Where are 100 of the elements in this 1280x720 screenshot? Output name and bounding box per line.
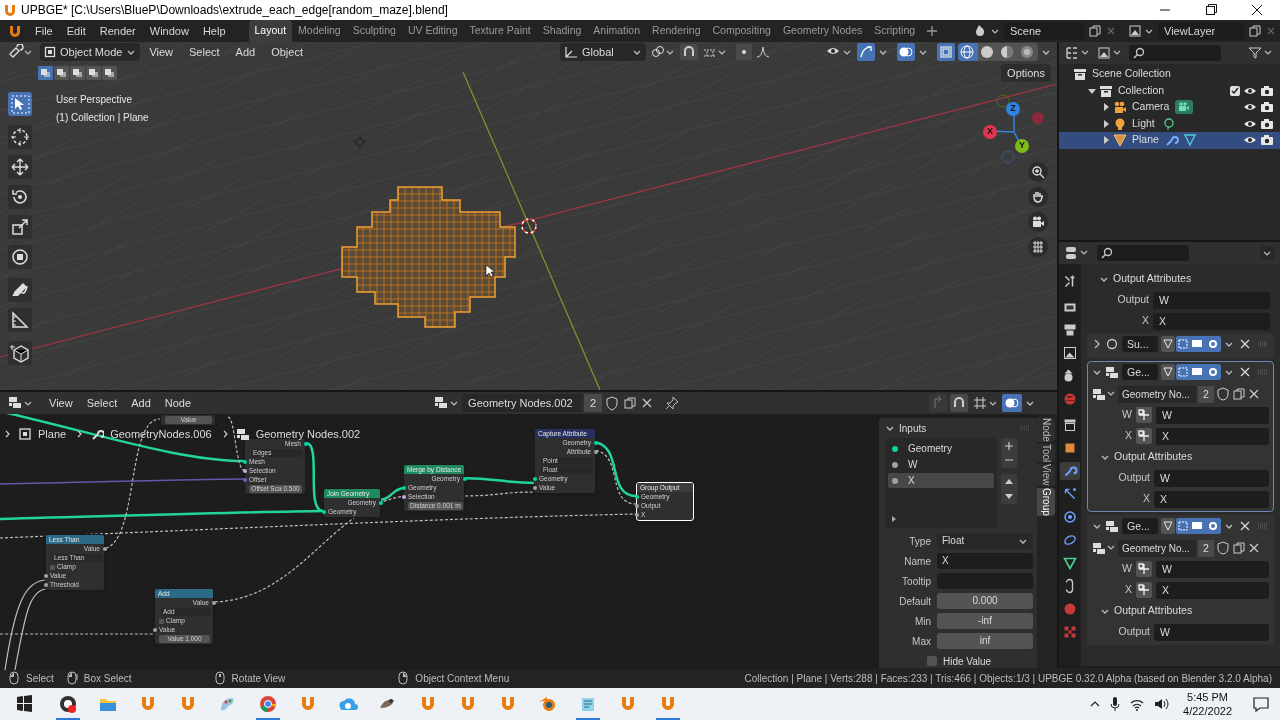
overlays-icon[interactable] xyxy=(1002,394,1022,412)
outliner-row[interactable]: Scene Collection xyxy=(1059,66,1280,83)
modifier-wrench-icon[interactable] xyxy=(1164,133,1199,148)
node-socket[interactable] xyxy=(634,504,639,508)
workspace-tab[interactable]: Animation xyxy=(587,20,647,42)
parent-node-tree-icon[interactable] xyxy=(929,394,947,412)
checkbox[interactable] xyxy=(1230,85,1240,96)
chevron-icon[interactable] xyxy=(1260,246,1274,260)
workspace-tab[interactable]: UV Editing xyxy=(401,20,464,42)
collapsed-arrow-icon[interactable] xyxy=(1101,102,1111,113)
menu-item[interactable]: Select xyxy=(182,43,227,61)
modifier-panel[interactable]: Ge... Geometry No... 2 W W X X Output Attributes Output W X X xyxy=(1087,361,1274,512)
fake-user-shield-icon[interactable] xyxy=(1215,387,1230,401)
workspace-tab[interactable]: Compositing xyxy=(706,20,777,42)
node-group-field[interactable]: Geometry No... xyxy=(1118,385,1196,403)
proportional-icon[interactable] xyxy=(735,44,752,60)
node-socket[interactable] xyxy=(43,583,48,587)
select-tool-icon[interactable] xyxy=(8,92,32,116)
annotate-tool-icon[interactable] xyxy=(8,278,32,302)
sidebar-tab[interactable]: Node xyxy=(1037,418,1055,442)
notifications-icon[interactable] xyxy=(1252,695,1270,713)
node-socket[interactable] xyxy=(593,450,598,454)
pivot-icon[interactable] xyxy=(649,44,676,60)
render-camera-icon[interactable] xyxy=(1260,116,1274,131)
node-socket[interactable] xyxy=(378,501,383,505)
modifier-name-field[interactable]: Ge... xyxy=(1122,364,1158,380)
node-socket[interactable] xyxy=(211,601,216,605)
node-socket[interactable] xyxy=(242,460,247,464)
list-item[interactable]: W xyxy=(888,457,994,472)
add-icon[interactable] xyxy=(925,24,940,38)
attribute-toggle-icon[interactable] xyxy=(1136,582,1152,598)
modifier-tab-icon[interactable] xyxy=(1060,462,1080,480)
scene-field[interactable]: Scene xyxy=(1004,22,1084,40)
mode-dropdown[interactable]: Object Mode xyxy=(40,43,141,61)
node-socket[interactable] xyxy=(532,477,537,481)
user-count[interactable]: 2 xyxy=(584,394,603,412)
node-socket[interactable] xyxy=(242,469,247,473)
drag-handle-icon[interactable] xyxy=(1257,369,1269,375)
node-socket[interactable] xyxy=(532,486,537,490)
view-layer-field[interactable]: ViewLayer xyxy=(1158,22,1244,40)
rotate-tool-icon[interactable] xyxy=(8,185,32,209)
section-title[interactable]: Output Attributes xyxy=(1113,271,1192,287)
node-group-field[interactable]: Geometry Nodes.002 xyxy=(462,394,583,412)
menu-item[interactable]: Node xyxy=(157,394,199,412)
clock-time[interactable]: 5:45 PM xyxy=(1187,690,1228,704)
input-field[interactable]: X xyxy=(937,553,1033,569)
modifier-name-field[interactable]: Ge... xyxy=(1122,518,1158,534)
falloff-icon[interactable] xyxy=(755,44,770,60)
input-field[interactable]: W xyxy=(1154,469,1269,487)
x-ray-icon[interactable] xyxy=(937,43,955,61)
collapsed-arrow-icon[interactable] xyxy=(1101,135,1111,146)
outliner-row[interactable]: Plane xyxy=(1059,132,1280,149)
grid-icon[interactable] xyxy=(1028,237,1048,257)
view-layer-icon[interactable] xyxy=(1128,24,1154,38)
menu-item[interactable]: Window xyxy=(142,20,196,42)
collapsed-chevron-icon[interactable] xyxy=(1092,339,1102,349)
selection-mode-icon[interactable] xyxy=(86,66,101,80)
input-field[interactable]: W xyxy=(1154,623,1269,641)
fake-user-shield-icon[interactable] xyxy=(604,395,621,411)
menu-item[interactable]: Select xyxy=(79,394,125,412)
outliner-row[interactable]: Camera xyxy=(1059,99,1280,116)
gizmo-toggle-icon[interactable] xyxy=(857,43,875,61)
modifier-toggles-icon[interactable] xyxy=(1161,336,1221,352)
expand-icon[interactable] xyxy=(891,516,897,522)
selection-mode-icon[interactable] xyxy=(70,66,85,80)
input-field[interactable]: X xyxy=(1154,490,1269,508)
number-field[interactable]: 0.000 xyxy=(937,593,1033,609)
collapsed-arrow-icon[interactable] xyxy=(1101,118,1111,129)
move-up-down-icon[interactable] xyxy=(1001,474,1017,504)
type-dropdown[interactable]: Float xyxy=(937,533,1033,549)
list-item[interactable]: Geometry xyxy=(888,441,994,456)
menu-item[interactable]: Help xyxy=(195,20,233,42)
input-field[interactable]: W xyxy=(1156,406,1269,424)
render-camera-icon[interactable] xyxy=(1260,100,1274,115)
copy-icon[interactable] xyxy=(1088,24,1102,38)
workspace-tab[interactable]: Shading xyxy=(536,20,588,42)
node-socket[interactable] xyxy=(321,510,326,514)
input-field[interactable]: W xyxy=(1153,291,1270,309)
node-socket[interactable] xyxy=(303,442,308,446)
node-socket[interactable] xyxy=(593,441,598,445)
menu-item[interactable]: Object xyxy=(264,43,310,61)
input-field[interactable]: W xyxy=(1156,560,1269,578)
node-socket[interactable] xyxy=(462,477,467,481)
menu-item[interactable]: View xyxy=(142,43,181,61)
close-icon[interactable] xyxy=(1247,542,1260,554)
cursor-tool-icon[interactable] xyxy=(8,125,32,149)
attribute-toggle-icon[interactable] xyxy=(1136,428,1152,444)
fake-user-shield-icon[interactable] xyxy=(1215,541,1230,555)
display-mode-icon[interactable] xyxy=(1065,46,1091,60)
snap-icon[interactable] xyxy=(679,44,698,60)
filter-icon[interactable] xyxy=(1248,46,1274,60)
input-field[interactable]: X xyxy=(1156,581,1269,599)
section-title[interactable]: Output Attributes xyxy=(1114,603,1193,619)
node-tree-icon[interactable] xyxy=(1092,387,1116,401)
orientation-dropdown[interactable]: Global xyxy=(560,43,646,61)
editor-type-icon[interactable] xyxy=(8,44,34,60)
modifier-name-field[interactable]: Su... xyxy=(1122,336,1158,352)
volume-icon[interactable] xyxy=(1153,696,1170,712)
add-remove-icon[interactable] xyxy=(1001,438,1017,468)
modifier-panel[interactable]: Su... xyxy=(1087,333,1274,358)
